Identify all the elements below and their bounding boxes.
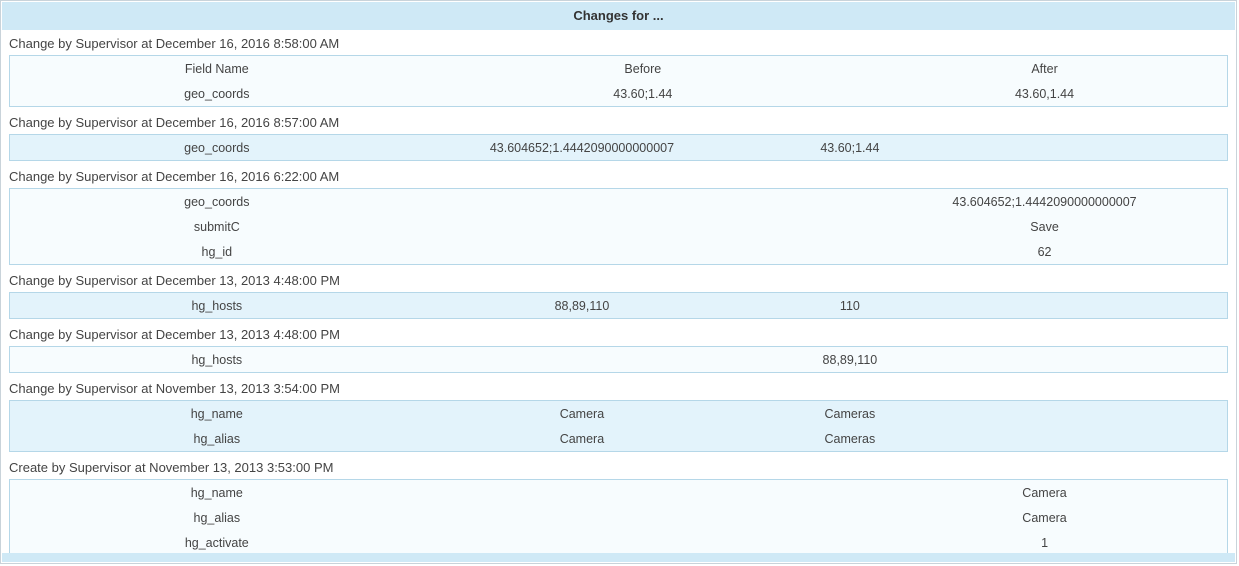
table-row: hg_activate 1: [10, 530, 1228, 556]
before-cell: [424, 530, 862, 556]
change-section: Create by Supervisor at November 13, 201…: [1, 455, 1236, 556]
bottom-header-bar: [2, 553, 1235, 562]
field-name-cell: hg_id: [10, 239, 424, 265]
changes-table: Field NameBeforeAftergeo_coords43.60;1.4…: [9, 55, 1228, 107]
changes-table: geo_coords43.604652;1.444209000000000743…: [9, 134, 1228, 161]
table-row: submitC Save: [10, 214, 1228, 239]
after-cell: Save: [862, 214, 1227, 239]
after-cell: Camera: [862, 505, 1227, 530]
changes-table: hg_name Camera hg_alias Camera hg_activate 1: [9, 479, 1228, 556]
change-section: Change by Supervisor at December 16, 201…: [1, 110, 1236, 161]
before-cell: 88,89,110: [424, 293, 741, 319]
change-entry-header: Change by Supervisor at December 16, 201…: [1, 31, 1236, 55]
field-name-cell: hg_alias: [10, 505, 424, 530]
after-cell: Cameras: [740, 401, 959, 427]
table-row: geo_coords43.60;1.4443.60,1.44: [10, 81, 1228, 107]
field-name-cell: submitC: [10, 214, 424, 239]
after-cell: Cameras: [740, 426, 959, 452]
after-cell: 43.60,1.44: [862, 81, 1227, 107]
change-sections: Change by Supervisor at December 16, 201…: [1, 31, 1236, 556]
changes-table: hg_nameCameraCamerashg_aliasCameraCamera…: [9, 400, 1228, 452]
before-cell: 43.604652;1.4442090000000007: [424, 135, 741, 161]
before-cell: 43.60;1.44: [424, 81, 862, 107]
field-name-cell: geo_coords: [10, 189, 424, 215]
change-section: Change by Supervisor at December 16, 201…: [1, 164, 1236, 265]
change-entry-header: Change by Supervisor at December 13, 201…: [1, 268, 1236, 292]
after-cell: Camera: [862, 480, 1227, 506]
after-cell: 88,89,110: [740, 347, 959, 373]
table-row: hg_id 62: [10, 239, 1228, 265]
after-cell: 1: [862, 530, 1227, 556]
table-row: hg_hosts88,89,110110: [10, 293, 1228, 319]
before-cell: [424, 239, 862, 265]
column-header: Before: [424, 56, 862, 82]
table-row: hg_name Camera: [10, 480, 1228, 506]
change-entry-header: Change by Supervisor at December 16, 201…: [1, 164, 1236, 188]
column-header: After: [862, 56, 1227, 82]
before-cell: [424, 214, 862, 239]
change-section: Change by Supervisor at November 13, 201…: [1, 376, 1236, 452]
field-name-cell: hg_hosts: [10, 293, 424, 319]
filler-cell: [960, 293, 1228, 319]
before-cell: [424, 480, 862, 506]
panel-title: Changes for ...: [2, 2, 1235, 30]
table-row: hg_alias Camera: [10, 505, 1228, 530]
column-header-row: Field NameBeforeAfter: [10, 56, 1228, 82]
after-cell: 62: [862, 239, 1227, 265]
table-row: hg_aliasCameraCameras: [10, 426, 1228, 452]
column-header: Field Name: [10, 56, 424, 82]
changes-table: geo_coords43.604652;1.4442090000000007su…: [9, 188, 1228, 265]
changes-table: hg_hosts 88,89,110: [9, 346, 1228, 373]
field-name-cell: hg_activate: [10, 530, 424, 556]
change-section: Change by Supervisor at December 16, 201…: [1, 31, 1236, 107]
changes-table: hg_hosts88,89,110110: [9, 292, 1228, 319]
change-entry-header: Change by Supervisor at December 13, 201…: [1, 322, 1236, 346]
filler-cell: [960, 401, 1228, 427]
changes-panel: Changes for ... Change by Supervisor at …: [0, 0, 1237, 564]
filler-cell: [960, 426, 1228, 452]
change-entry-header: Change by Supervisor at December 16, 201…: [1, 110, 1236, 134]
after-cell: 43.604652;1.4442090000000007: [862, 189, 1227, 215]
table-row: hg_hosts 88,89,110: [10, 347, 1228, 373]
field-name-cell: geo_coords: [10, 81, 424, 107]
table-row: geo_coords 43.604652;1.4442090000000007: [10, 189, 1228, 215]
field-name-cell: hg_name: [10, 480, 424, 506]
before-cell: Camera: [424, 401, 741, 427]
after-cell: 110: [740, 293, 959, 319]
before-cell: [424, 505, 862, 530]
change-section: Change by Supervisor at December 13, 201…: [1, 322, 1236, 373]
before-cell: [424, 347, 741, 373]
field-name-cell: hg_hosts: [10, 347, 424, 373]
before-cell: [424, 189, 862, 215]
table-row: hg_nameCameraCameras: [10, 401, 1228, 427]
filler-cell: [960, 135, 1228, 161]
change-entry-header: Change by Supervisor at November 13, 201…: [1, 376, 1236, 400]
field-name-cell: hg_alias: [10, 426, 424, 452]
field-name-cell: hg_name: [10, 401, 424, 427]
change-section: Change by Supervisor at December 13, 201…: [1, 268, 1236, 319]
before-cell: Camera: [424, 426, 741, 452]
filler-cell: [960, 347, 1228, 373]
field-name-cell: geo_coords: [10, 135, 424, 161]
after-cell: 43.60;1.44: [740, 135, 959, 161]
change-entry-header: Create by Supervisor at November 13, 201…: [1, 455, 1236, 479]
table-row: geo_coords43.604652;1.444209000000000743…: [10, 135, 1228, 161]
